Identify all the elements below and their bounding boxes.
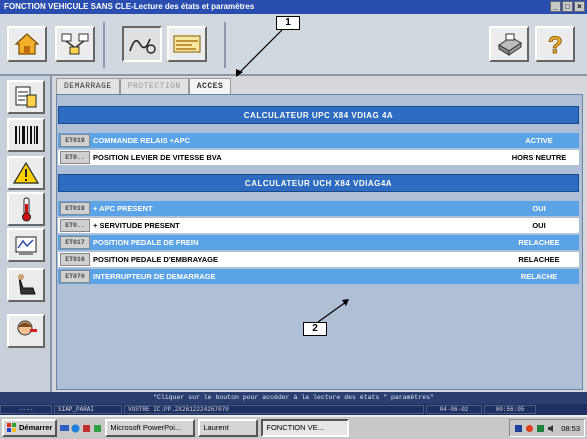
tray-icon[interactable]	[514, 424, 523, 433]
app-icon[interactable]	[93, 424, 102, 433]
callout-1: 1	[276, 16, 300, 30]
explorer-icon[interactable]	[71, 424, 80, 433]
task-powerpoint[interactable]: Microsoft PowerPoi...	[105, 419, 196, 437]
task-laurent[interactable]: Laurent	[198, 419, 259, 437]
start-button[interactable]: Démarrer	[2, 419, 58, 437]
app-icon[interactable]	[82, 424, 91, 433]
status-bar: ---- SIAP_PARAI VOSTRE IC:PP.2X261222426…	[0, 404, 587, 415]
status-cell: SIAP_PARAI	[54, 405, 122, 414]
quick-launch	[60, 424, 102, 433]
windows-logo-icon	[7, 423, 16, 432]
clock: 08:53	[561, 423, 580, 433]
hint-bar: "Cliquer sur le bouton pour accéder à la…	[0, 392, 587, 404]
speaker-icon[interactable]	[547, 424, 556, 433]
task-fonction-vehicule[interactable]: FONCTION VE...	[261, 419, 350, 437]
system-tray: 08:53	[509, 419, 585, 437]
status-cell: VOSTRE IC:PP.2X2612224267070	[124, 405, 424, 414]
status-time: 00:56:05	[484, 405, 536, 414]
tray-icon[interactable]	[525, 424, 534, 433]
callout-2: 2	[303, 322, 327, 336]
status-date: 04-06-02	[426, 405, 482, 414]
status-cell: ----	[0, 405, 52, 414]
desktop-icon[interactable]	[60, 424, 70, 433]
start-label: Démarrer	[19, 423, 53, 432]
tray-icon[interactable]	[536, 424, 545, 433]
callout-arrows	[236, 29, 349, 323]
taskbar: Démarrer Microsoft PowerPoi... Laurent F…	[0, 415, 587, 439]
